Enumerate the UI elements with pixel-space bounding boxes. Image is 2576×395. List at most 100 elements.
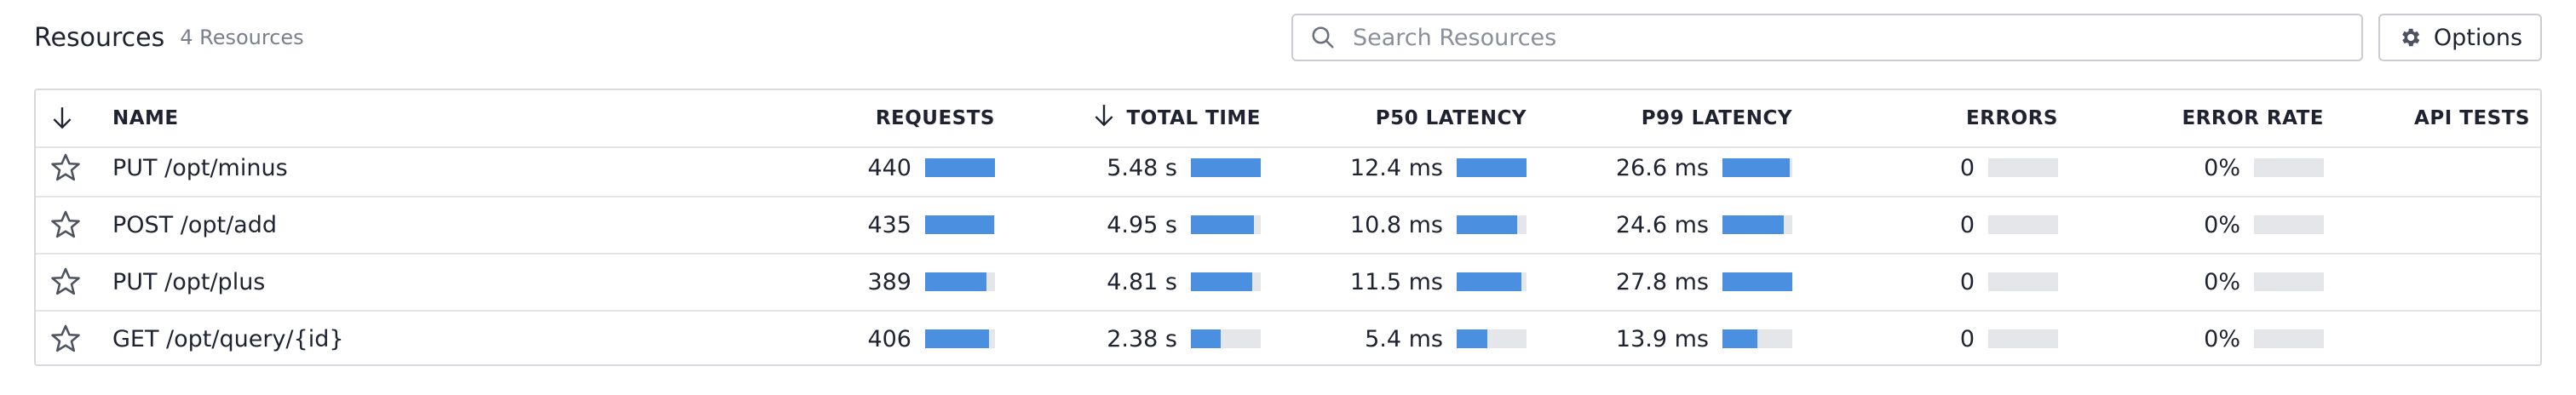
column-header-api-tests[interactable]: API TESTS	[2414, 90, 2530, 146]
resource-name[interactable]: GET /opt/query/{id}	[112, 311, 344, 367]
column-header-errors[interactable]: ERRORS	[1966, 90, 2058, 146]
total-time-bar	[1191, 215, 1261, 234]
errors-cell: 0	[1960, 311, 2058, 367]
p50-bar	[1457, 158, 1527, 177]
bar-fill	[1191, 272, 1253, 291]
p99-value: 13.9 ms	[1615, 325, 1709, 352]
resources-table: NAME REQUESTS TOTAL TIME P50 LATENCY P99…	[34, 89, 2542, 366]
requests-bar	[925, 158, 995, 177]
gear-icon	[2402, 28, 2420, 47]
bar-fill	[1191, 329, 1222, 348]
bar-fill	[1722, 272, 1792, 291]
p99-value: 26.6 ms	[1615, 154, 1709, 181]
requests-bar	[925, 215, 995, 234]
total-time-bar	[1191, 272, 1261, 291]
p99-cell: 26.6 ms	[1616, 140, 1792, 196]
errors-value: 0	[1959, 211, 1975, 238]
bar-fill	[1457, 158, 1527, 177]
bar-fill	[1457, 329, 1488, 348]
total-time-cell: 4.81 s	[1107, 254, 1261, 310]
errors-bar	[1988, 329, 2058, 348]
total-time-bar	[1191, 158, 1261, 177]
errors-bar	[1988, 272, 2058, 291]
table-row[interactable]: PUT /opt/plus 389 4.81 s 11.5 ms 27.8 ms 0 0%	[36, 254, 2540, 312]
favorite-star-icon[interactable]	[49, 140, 82, 196]
p50-bar	[1457, 329, 1527, 348]
options-button[interactable]: Options	[2378, 14, 2542, 61]
errors-value: 0	[1959, 154, 1975, 181]
resource-name[interactable]: PUT /opt/plus	[112, 254, 265, 310]
errors-cell: 0	[1960, 254, 2058, 310]
p50-value: 12.4 ms	[1349, 154, 1443, 181]
bar-fill	[925, 329, 990, 348]
requests-bar	[925, 272, 995, 291]
requests-cell: 406	[867, 311, 995, 367]
error-rate-bar	[2254, 272, 2324, 291]
options-label: Options	[2433, 24, 2523, 51]
error-rate-cell: 0%	[2204, 311, 2324, 367]
requests-value: 440	[867, 154, 911, 181]
table-row[interactable]: POST /opt/add 435 4.95 s 10.8 ms 24.6 ms 0 0%	[36, 197, 2540, 255]
error-rate-bar	[2254, 158, 2324, 177]
arrow-down-icon	[53, 107, 72, 129]
error-rate-value: 0%	[2204, 211, 2240, 238]
column-header-requests[interactable]: REQUESTS	[876, 90, 995, 146]
favorite-star-icon[interactable]	[49, 254, 82, 310]
p50-cell: 11.5 ms	[1350, 254, 1527, 310]
bar-fill	[1722, 158, 1790, 177]
requests-cell: 389	[867, 254, 995, 310]
p99-cell: 24.6 ms	[1616, 197, 1792, 253]
requests-cell: 440	[867, 140, 995, 196]
p50-value: 10.8 ms	[1349, 211, 1443, 238]
total-time-cell: 5.48 s	[1107, 140, 1261, 196]
search-box[interactable]	[1291, 14, 2363, 61]
bar-fill	[1457, 215, 1518, 234]
resource-count: 4 Resources	[180, 26, 304, 49]
p50-cell: 5.4 ms	[1365, 311, 1527, 367]
column-header-p99-latency[interactable]: P99 LATENCY	[1642, 90, 1792, 146]
requests-bar	[925, 329, 995, 348]
error-rate-cell: 0%	[2204, 254, 2324, 310]
bar-fill	[1191, 215, 1254, 234]
p50-bar	[1457, 272, 1527, 291]
resource-name[interactable]: PUT /opt/minus	[112, 140, 288, 196]
table-row[interactable]: GET /opt/query/{id} 406 2.38 s 5.4 ms 13.9 m…	[36, 311, 2540, 367]
requests-value: 406	[867, 325, 911, 352]
error-rate-bar	[2254, 329, 2324, 348]
errors-value: 0	[1959, 268, 1975, 295]
p50-value: 11.5 ms	[1349, 268, 1443, 295]
errors-cell: 0	[1960, 197, 2058, 253]
column-header-p50-latency[interactable]: P50 LATENCY	[1376, 90, 1527, 146]
error-rate-cell: 0%	[2204, 140, 2324, 196]
p99-cell: 13.9 ms	[1616, 311, 1792, 367]
search-input[interactable]	[1351, 23, 2291, 52]
errors-bar	[1988, 215, 2058, 234]
error-rate-value: 0%	[2204, 154, 2240, 181]
resource-name[interactable]: POST /opt/add	[112, 197, 277, 253]
error-rate-bar	[2254, 215, 2324, 234]
favorite-star-icon[interactable]	[49, 197, 82, 253]
bar-fill	[1457, 272, 1522, 291]
favorite-star-icon[interactable]	[49, 311, 82, 367]
sort-star-column[interactable]	[51, 90, 85, 146]
error-rate-cell: 0%	[2204, 197, 2324, 253]
column-header-name[interactable]: NAME	[112, 90, 179, 146]
table-row[interactable]: PUT /opt/minus 440 5.48 s 12.4 ms 26.6 ms 0 0%	[36, 140, 2540, 198]
p99-bar	[1722, 215, 1792, 234]
resources-panel: Resources 4 Resources Options	[0, 0, 2576, 395]
errors-cell: 0	[1960, 140, 2058, 196]
p99-value: 24.6 ms	[1615, 211, 1709, 238]
requests-value: 389	[867, 268, 911, 295]
total-time-value: 2.38 s	[1107, 325, 1177, 352]
p50-cell: 10.8 ms	[1350, 197, 1527, 253]
total-time-value: 4.81 s	[1107, 268, 1177, 295]
error-rate-value: 0%	[2204, 268, 2240, 295]
column-header-error-rate[interactable]: ERROR RATE	[2182, 90, 2324, 146]
total-time-label: TOTAL TIME	[1126, 107, 1261, 129]
column-header-total-time[interactable]: TOTAL TIME	[1093, 90, 1261, 146]
p99-cell: 27.8 ms	[1616, 254, 1792, 310]
errors-value: 0	[1959, 325, 1975, 352]
bar-fill	[1191, 158, 1261, 177]
requests-value: 435	[867, 211, 911, 238]
resources-header: Resources 4 Resources Options	[34, 14, 2542, 61]
